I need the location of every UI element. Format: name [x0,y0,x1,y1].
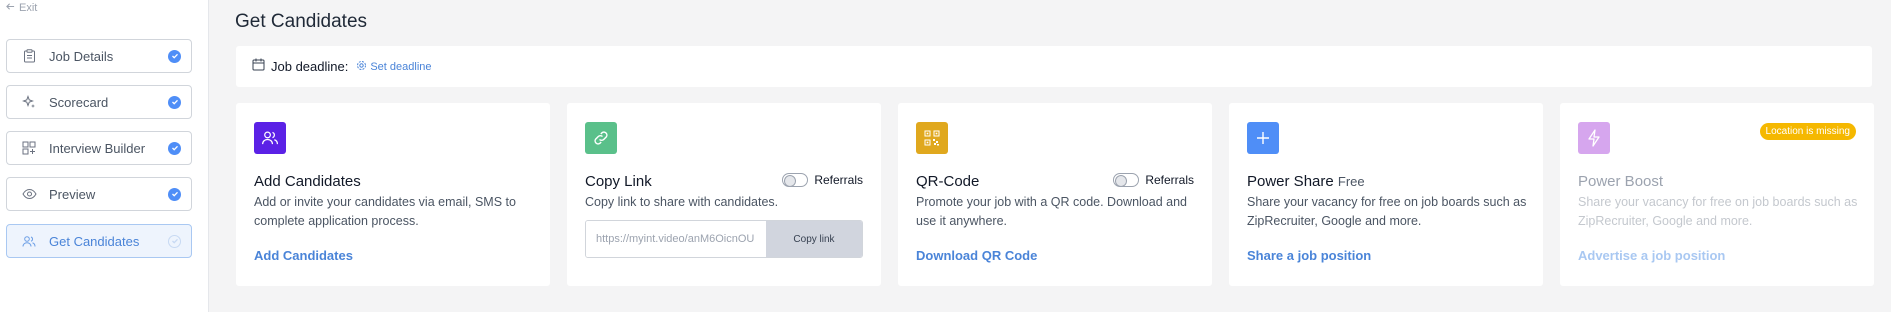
copy-link-row: Copy link [585,220,863,258]
card-qr-code: Referrals QR-Code Promote your job with … [898,103,1212,286]
referrals-toggle[interactable] [782,173,809,187]
card-description: Share your vacancy for free on job board… [1247,195,1527,228]
card-description: Add or invite your candidates via email,… [254,195,516,228]
check-icon [168,95,181,109]
advertise-job-position-link[interactable]: Advertise a job position [1578,248,1725,263]
copy-link-button[interactable]: Copy link [766,221,862,257]
referrals-label: Referrals [1145,173,1194,187]
sidebar: Exit Job Details Scorecard Interview Bui… [0,0,209,312]
referrals-toggle-group: Referrals [1113,173,1194,187]
page-title: Get Candidates [235,11,368,32]
calendar-icon [252,58,265,76]
sidebar-item-label: Get Candidates [49,233,140,249]
card-copy-link: Referrals Copy Link Copy link to share w… [567,103,881,286]
location-missing-badge: Location is missing [1759,123,1856,140]
gear-icon [356,60,367,74]
link-icon [585,122,617,154]
card-title-text: Power Share [1247,173,1334,190]
plus-icon [1247,122,1279,154]
clipboard-icon [21,48,37,64]
card-title: Add Candidates [254,173,361,190]
sidebar-item-job-details[interactable]: Job Details [6,39,192,73]
deadline-label: Job deadline: [271,59,349,74]
card-title: Power Boost [1578,173,1664,190]
sidebar-item-interview-builder[interactable]: Interview Builder [6,131,192,165]
share-job-position-link[interactable]: Share a job position [1247,248,1371,263]
sidebar-item-label: Interview Builder [49,140,146,156]
exit-link[interactable]: Exit [6,2,37,14]
referrals-toggle-group: Referrals [782,173,863,187]
sidebar-item-get-candidates[interactable]: Get Candidates [6,224,192,258]
check-icon [168,234,181,248]
referrals-label: Referrals [814,173,863,187]
exit-label: Exit [19,2,38,14]
sidebar-item-label: Scorecard [49,94,109,110]
card-description: Share your vacancy for free on job board… [1578,195,1858,228]
add-candidates-link[interactable]: Add Candidates [254,248,353,263]
card-title: QR-Code [916,173,980,190]
download-qr-code-link[interactable]: Download QR Code [916,248,1037,263]
job-link-input[interactable] [586,221,766,257]
card-description: Promote your job with a QR code. Downloa… [916,195,1187,228]
referrals-toggle[interactable] [1113,173,1140,187]
eye-icon [21,186,37,202]
sidebar-item-preview[interactable]: Preview [6,177,192,211]
arrow-left-icon [6,2,15,14]
users-icon [254,122,286,154]
card-title: Power Share Free [1247,173,1365,190]
deadline-bar: Job deadline: Set deadline [236,46,1872,87]
set-deadline-label: Set deadline [370,60,432,73]
check-icon [168,141,181,155]
grid-plus-icon [21,140,37,156]
users-icon [21,233,37,249]
set-deadline-link[interactable]: Set deadline [356,60,432,74]
sidebar-item-label: Preview [49,186,96,202]
card-power-boost: Location is missing Power Boost Share yo… [1560,103,1874,286]
sparkle-icon [21,94,37,110]
qr-code-icon [916,122,948,154]
main-content: Get Candidates Job deadline: Set deadlin… [210,0,1891,312]
card-description: Copy link to share with candidates. [585,195,779,209]
check-icon [168,187,181,201]
sidebar-item-label: Job Details [49,48,114,64]
sidebar-item-scorecard[interactable]: Scorecard [6,85,192,119]
card-title: Copy Link [585,173,652,190]
lightning-icon [1578,122,1610,154]
card-add-candidates: Add Candidates Add or invite your candid… [236,103,550,286]
check-icon [168,49,181,63]
card-power-share: Power Share Free Share your vacancy for … [1229,103,1543,286]
free-label: Free [1337,174,1365,189]
